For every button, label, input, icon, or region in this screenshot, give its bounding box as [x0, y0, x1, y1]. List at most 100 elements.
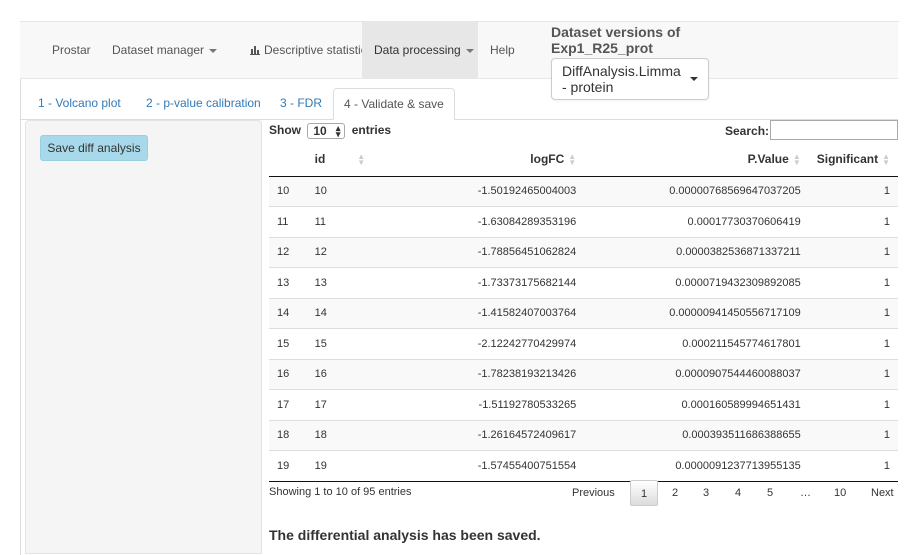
cell-pvalue: 0.00017730370606419	[584, 206, 809, 237]
nav-data-processing-label: Data processing	[374, 43, 461, 57]
cell-pvalue: 0.000393511686388655	[584, 419, 809, 451]
cell-pvalue: 0.00000941450556717109	[584, 297, 809, 329]
cell-pvalue: 0.0000907544460088037	[584, 358, 809, 390]
tab-validate-save[interactable]: 4 - Validate & save	[333, 88, 455, 120]
cell-pvalue: 0.0000382536871337211	[584, 236, 809, 268]
dataset-versions-title-line1: Dataset versions of	[551, 24, 681, 40]
nav-brand[interactable]: Prostar	[40, 22, 103, 79]
cell-significant: 1	[808, 206, 898, 237]
pagination-page-5[interactable]: 5	[767, 480, 773, 506]
table-row[interactable]: 17 17 -1.51192780533265 0.00016058999465…	[269, 389, 898, 420]
bar-chart-icon	[250, 46, 260, 55]
entries-per-page-value: 10	[313, 123, 327, 138]
sort-icon: ▲ ▼	[357, 152, 366, 168]
cell-logfc: -1.78856451062824	[388, 236, 585, 268]
cell-significant: 1	[808, 328, 898, 359]
tab-p-value-calibration[interactable]: 2 - p-value calibration	[140, 88, 267, 119]
nav-data-processing[interactable]: Data processing	[362, 22, 478, 79]
cell-pvalue: 0.000211545774617801	[584, 328, 809, 359]
cell-pvalue: 0.0000091237713955135	[584, 450, 809, 482]
sort-icon: ▲ ▼	[568, 152, 577, 168]
cell-logfc: -1.73373175682144	[388, 267, 585, 298]
nav-dataset-manager[interactable]: Dataset manager	[100, 22, 229, 79]
cell-id: 19	[306, 450, 389, 482]
dataset-versions-title: Dataset versions of Exp1_R25_prot	[551, 24, 751, 56]
cell-pvalue: 0.000160589994651431	[584, 389, 809, 420]
cell-id: 11	[306, 206, 389, 237]
column-header-pvalue-label: P.Value	[747, 152, 789, 167]
table-row[interactable]: 11 11 -1.63084289353196 0.00017730370606…	[269, 206, 898, 237]
table-header-row: id ▲ ▼ logFC ▲ ▼ P.Value ▲ ▼ Significant ▲ ▼	[269, 143, 898, 177]
cell-id: 15	[306, 328, 389, 359]
pagination-ellipsis: …	[800, 487, 811, 499]
table-row[interactable]: 19 19 -1.57455400751554 0.00000912377139…	[269, 450, 898, 482]
nav-help[interactable]: Help	[478, 22, 527, 79]
length-suffix: entries	[351, 123, 392, 137]
nav-descriptive-statistics-label: Descriptive statistics	[264, 43, 373, 57]
cell-logfc: -1.57455400751554	[388, 450, 585, 482]
cell-significant: 1	[808, 358, 898, 390]
cell-logfc: -1.50192465004003	[388, 176, 585, 207]
column-header-pvalue[interactable]: P.Value ▲ ▼	[584, 143, 809, 177]
column-header-logfc[interactable]: logFC ▲ ▼	[388, 143, 585, 177]
cell-index: 15	[269, 328, 307, 359]
cell-index: 11	[269, 206, 307, 237]
search-input[interactable]	[770, 120, 898, 140]
cell-logfc: -2.12242770429974	[388, 328, 585, 359]
column-header-index	[269, 143, 307, 177]
chevron-down-icon	[209, 48, 218, 53]
column-header-significant[interactable]: Significant ▲ ▼	[808, 143, 898, 177]
pagination-page-2[interactable]: 2	[672, 480, 678, 506]
cell-id: 10	[306, 176, 389, 207]
cell-id: 18	[306, 419, 389, 451]
cell-pvalue: 0.00000768569647037205	[584, 176, 809, 207]
pagination-page-1[interactable]: 1	[630, 480, 658, 506]
search-label: Search:	[725, 124, 770, 138]
navbar: Prostar Dataset manager Descriptive stat…	[20, 21, 898, 79]
pagination-previous[interactable]: Previous	[572, 480, 615, 506]
cell-index: 13	[269, 267, 307, 298]
cell-index: 12	[269, 236, 307, 268]
entries-per-page-select[interactable]: 10 ▴ ▾	[307, 122, 346, 139]
column-header-significant-label: Significant	[816, 152, 879, 167]
pagination-page-3[interactable]: 3	[703, 480, 709, 506]
cell-index: 17	[269, 389, 307, 420]
cell-id: 12	[306, 236, 389, 268]
table-row[interactable]: 13 13 -1.73373175682144 0.00007194323098…	[269, 267, 898, 298]
pagination-next[interactable]: Next	[871, 480, 894, 506]
table-row[interactable]: 16 16 -1.78238193213426 0.00009075444600…	[269, 358, 898, 390]
cell-logfc: -1.26164572409617	[388, 419, 585, 451]
cell-logfc: -1.51192780533265	[388, 389, 585, 420]
table-row[interactable]: 10 10 -1.50192465004003 0.00000768569647…	[269, 176, 898, 207]
results-table: id ▲ ▼ logFC ▲ ▼ P.Value ▲ ▼ Significant ▲ ▼ 10 …	[269, 143, 898, 482]
column-header-id[interactable]: id ▲ ▼	[306, 143, 389, 177]
cell-significant: 1	[808, 389, 898, 420]
tab-volcano-plot[interactable]: 1 - Volcano plot	[32, 88, 127, 119]
pagination-page-10[interactable]: 10	[834, 480, 846, 506]
cell-index: 16	[269, 358, 307, 390]
length-prefix: Show	[269, 123, 301, 137]
sidebar-panel	[25, 120, 262, 554]
cell-logfc: -1.78238193213426	[388, 358, 585, 390]
tab-fdr[interactable]: 3 - FDR	[274, 88, 328, 119]
column-header-id-label: id	[314, 152, 326, 167]
table-row[interactable]: 18 18 -1.26164572409617 0.00039351168638…	[269, 419, 898, 451]
cell-significant: 1	[808, 236, 898, 268]
updown-arrows-icon: ▴ ▾	[335, 122, 341, 139]
cell-index: 10	[269, 176, 307, 207]
cell-significant: 1	[808, 450, 898, 482]
save-diff-analysis-button[interactable]: Save diff analysis	[40, 135, 148, 161]
cell-id: 14	[306, 297, 389, 329]
cell-significant: 1	[808, 419, 898, 451]
table-row[interactable]: 12 12 -1.78856451062824 0.00003825368713…	[269, 236, 898, 268]
nav-dataset-manager-label: Dataset manager	[112, 43, 205, 57]
sort-icon: ▲ ▼	[792, 152, 801, 168]
cell-id: 13	[306, 267, 389, 298]
table-length-control: Show 10 ▴ ▾ entries	[269, 122, 391, 139]
cell-id: 17	[306, 389, 389, 420]
cell-index: 18	[269, 419, 307, 451]
table-row[interactable]: 15 15 -2.12242770429974 0.00021154577461…	[269, 328, 898, 359]
pagination-page-4[interactable]: 4	[735, 480, 741, 506]
cell-pvalue: 0.0000719432309892085	[584, 267, 809, 298]
table-row[interactable]: 14 14 -1.41582407003764 0.00000941450556…	[269, 297, 898, 329]
